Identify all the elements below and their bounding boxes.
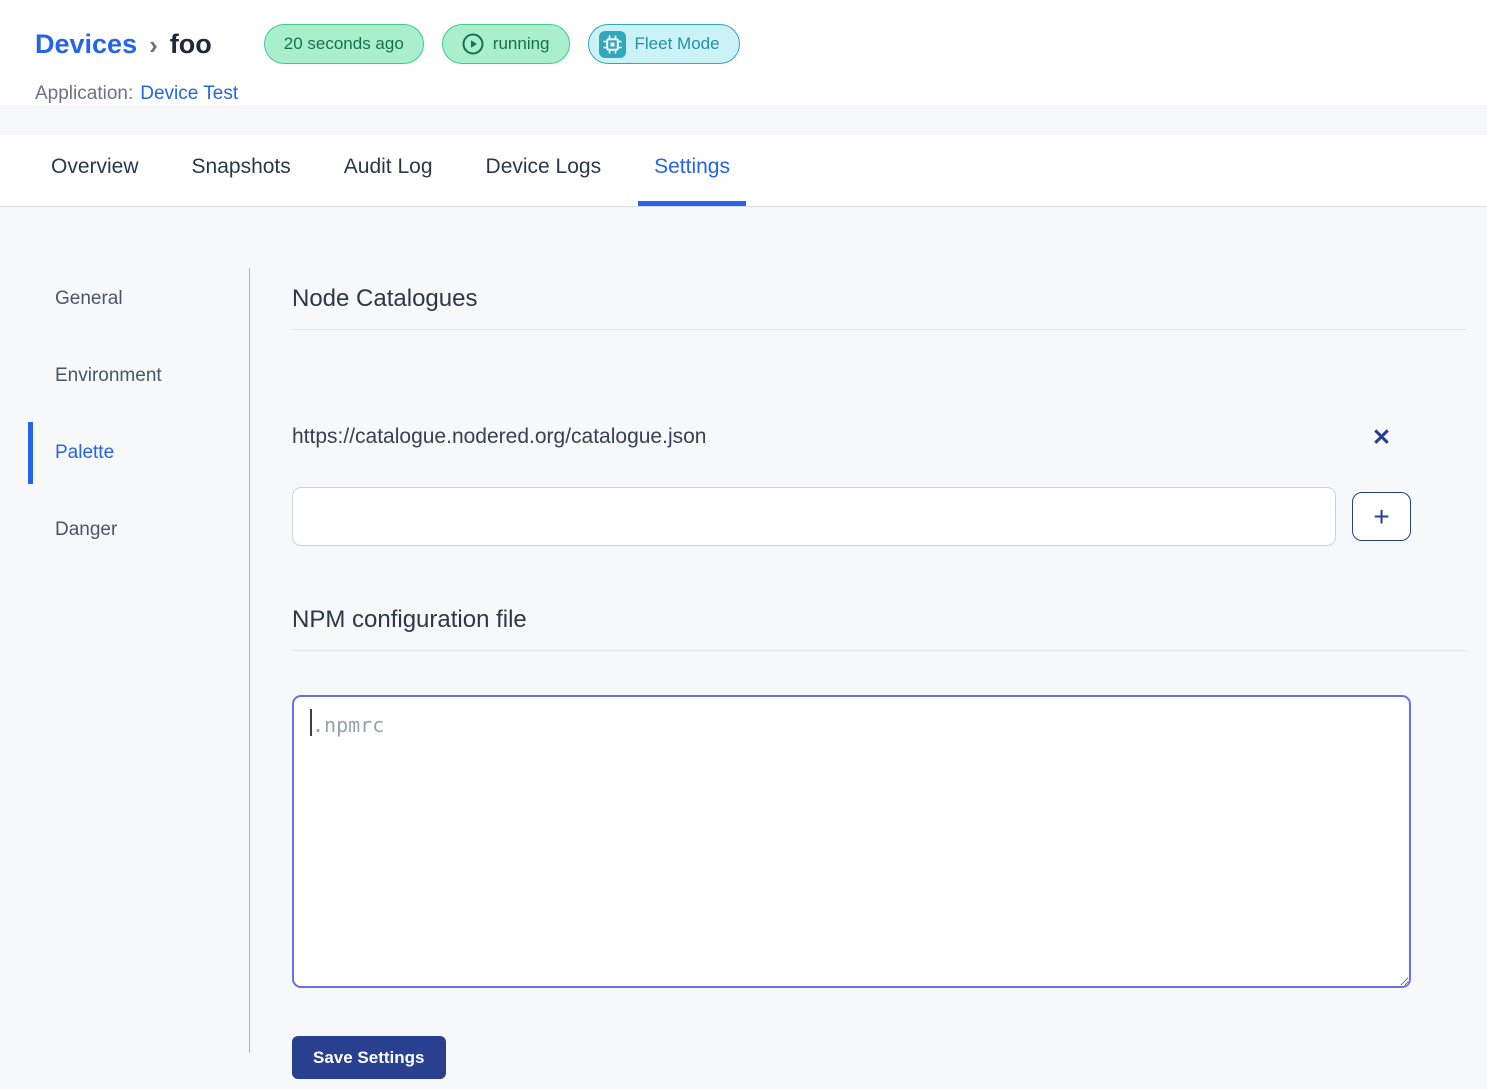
settings-sidebar: General Environment Palette Danger <box>0 268 250 1053</box>
play-circle-icon <box>462 33 484 55</box>
tab-snapshots[interactable]: Snapshots <box>176 135 307 206</box>
npm-config-title: NPM configuration file <box>292 602 1467 651</box>
mode-badge: Fleet Mode <box>588 24 740 64</box>
status-label: running <box>493 34 550 54</box>
tab-audit-log[interactable]: Audit Log <box>328 135 449 206</box>
text-cursor <box>310 709 312 736</box>
catalogue-url: https://catalogue.nodered.org/catalogue.… <box>292 425 1352 449</box>
application-link[interactable]: Device Test <box>140 83 238 105</box>
mode-label: Fleet Mode <box>635 34 720 54</box>
sidebar-item-danger[interactable]: Danger <box>0 499 249 561</box>
application-label: Application: <box>35 83 133 105</box>
remove-catalogue-button[interactable]: ✕ <box>1352 426 1411 449</box>
node-catalogues-title: Node Catalogues <box>292 281 1467 330</box>
breadcrumb: Devices › foo <box>35 29 212 60</box>
breadcrumb-device-name: foo <box>170 29 212 60</box>
close-icon: ✕ <box>1372 424 1391 450</box>
add-catalogue-row: + <box>292 487 1411 546</box>
breadcrumb-devices-link[interactable]: Devices <box>35 29 137 60</box>
palette-settings-panel: Node Catalogues https://catalogue.nodere… <box>292 268 1467 1053</box>
sidebar-item-palette[interactable]: Palette <box>0 422 249 484</box>
chevron-right-icon: › <box>149 30 158 58</box>
page-header: Devices › foo 20 seconds ago running <box>0 0 1487 105</box>
npmrc-textarea[interactable] <box>292 695 1411 988</box>
tab-settings[interactable]: Settings <box>638 135 746 206</box>
last-seen-label: 20 seconds ago <box>284 34 404 54</box>
tab-bar: Overview Snapshots Audit Log Device Logs… <box>0 135 1487 207</box>
tab-device-logs[interactable]: Device Logs <box>470 135 618 206</box>
catalogue-entry-row: https://catalogue.nodered.org/catalogue.… <box>292 425 1411 449</box>
sidebar-item-general[interactable]: General <box>0 268 249 330</box>
add-catalogue-button[interactable]: + <box>1352 492 1411 541</box>
tab-overview[interactable]: Overview <box>35 135 155 206</box>
new-catalogue-input[interactable] <box>292 487 1336 546</box>
chip-icon <box>599 31 626 58</box>
save-settings-button[interactable]: Save Settings <box>292 1036 446 1079</box>
status-badge: running <box>442 24 570 64</box>
sidebar-item-environment[interactable]: Environment <box>0 345 249 407</box>
plus-icon: + <box>1373 501 1389 532</box>
last-seen-badge: 20 seconds ago <box>264 24 424 64</box>
settings-content: General Environment Palette Danger Node … <box>0 207 1487 1083</box>
